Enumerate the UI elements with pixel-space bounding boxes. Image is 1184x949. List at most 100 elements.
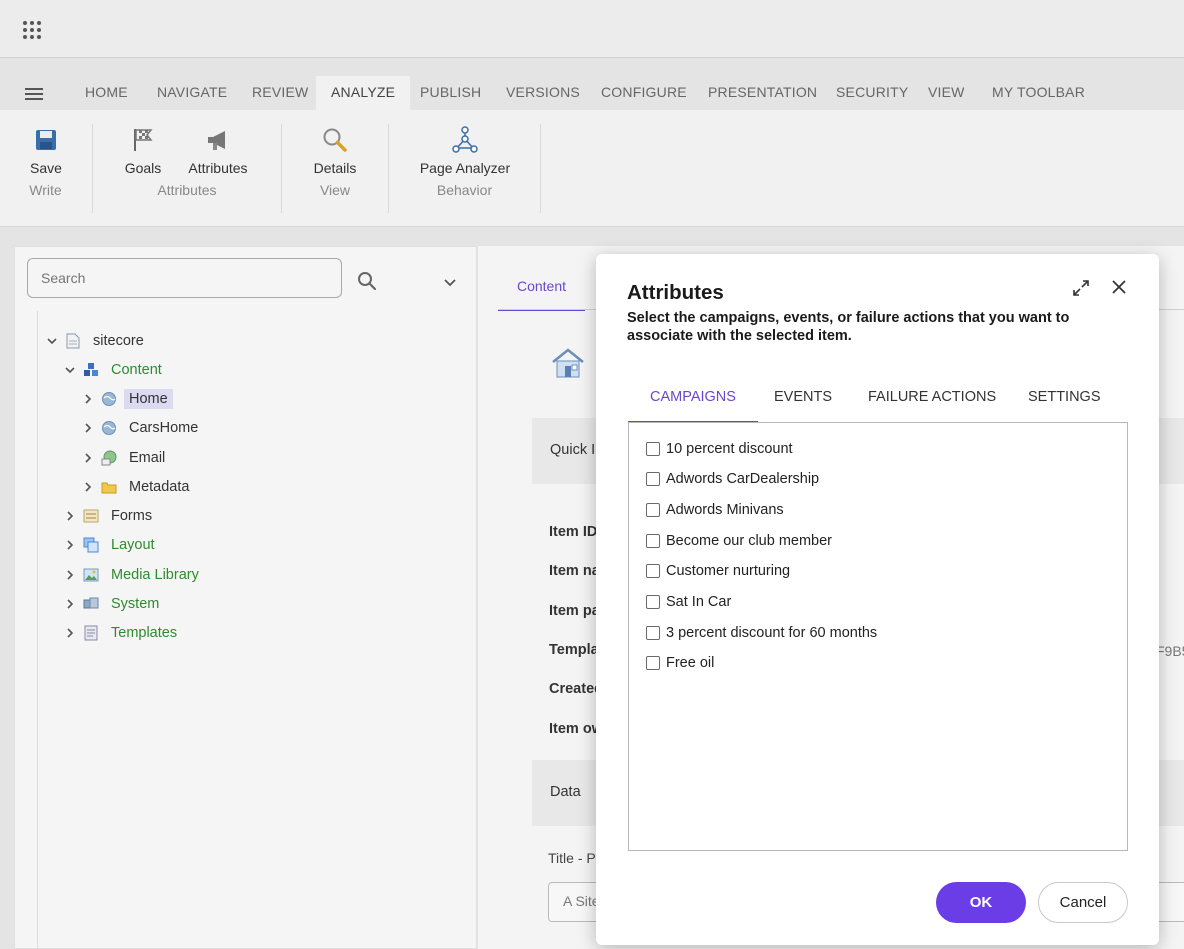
chevron-right-icon[interactable] [63,628,77,638]
checkbox[interactable] [646,656,660,670]
hamburger-icon[interactable] [25,88,43,100]
attributes-button[interactable]: Attributes [183,124,253,176]
ok-button[interactable]: OK [936,882,1026,923]
page-analyzer-button[interactable]: Page Analyzer [409,124,521,176]
chevron-right-icon[interactable] [81,394,95,404]
campaign-label: Customer nurturing [666,563,791,579]
campaign-option[interactable]: Adwords CarDealership [646,469,819,489]
field-template: Templa [549,642,599,658]
campaign-label: Become our club member [666,533,833,549]
campaign-label: 10 percent discount [666,441,793,457]
checkbox[interactable] [646,626,660,640]
campaign-option[interactable]: 3 percent discount for 60 months [646,623,877,643]
tab-view[interactable]: VIEW [913,76,980,110]
checkbox[interactable] [646,534,660,548]
search-input[interactable] [27,258,342,298]
tab-versions[interactable]: VERSIONS [491,76,595,110]
goals-label: Goals [124,160,162,176]
details-button[interactable]: Details [302,124,368,176]
tree-item-content[interactable]: Content [63,358,167,382]
tab-configure[interactable]: CONFIGURE [586,76,702,110]
chevron-right-icon[interactable] [81,453,95,463]
system-icon [83,596,99,612]
checkbox[interactable] [646,595,660,609]
tree-item-label: System [111,596,160,612]
tab-analyze[interactable]: ANALYZE [316,76,411,110]
chevron-right-icon[interactable] [63,570,77,580]
chevron-down-icon[interactable] [45,337,59,345]
tab-events[interactable]: EVENTS [752,376,854,423]
tree-item-metadata[interactable]: Metadata [81,475,194,499]
tab-security[interactable]: SECURITY [821,76,923,110]
campaign-list: 10 percent discount Adwords CarDealershi… [628,422,1128,851]
tree-item-email[interactable]: Email [81,446,170,470]
globe-icon [101,420,117,436]
search-icon[interactable] [357,271,377,294]
dialog-tabs: CAMPAIGNS EVENTS FAILURE ACTIONS SETTING… [628,376,1127,423]
tab-settings[interactable]: SETTINGS [1006,376,1123,423]
folder-icon [101,479,117,495]
tab-content[interactable]: Content [498,268,585,311]
chevron-right-icon[interactable] [63,540,77,550]
campaign-option[interactable]: Become our club member [646,531,832,551]
tab-my-toolbar[interactable]: MY TOOLBAR [977,76,1100,110]
campaign-option[interactable]: 10 percent discount [646,439,793,459]
templates-icon [83,625,99,641]
close-icon[interactable] [1111,279,1127,298]
campaign-label: Sat In Car [666,594,732,610]
tree-item-label: Home [124,389,173,409]
checkbox[interactable] [646,564,660,578]
tree-item-system[interactable]: System [63,592,164,616]
campaign-option[interactable]: Free oil [646,653,714,673]
tree-item-media-library[interactable]: Media Library [63,563,204,587]
apps-grid-icon[interactable] [23,21,41,39]
tab-home[interactable]: HOME [70,76,143,110]
group-label-write: Write [29,182,62,198]
tab-review[interactable]: REVIEW [237,76,323,110]
chevron-right-icon[interactable] [63,511,77,521]
tree-item-label: Content [111,362,162,378]
cancel-button[interactable]: Cancel [1038,882,1128,923]
field-item-id: Item ID [549,524,598,540]
tree-item-templates[interactable]: Templates [63,621,182,645]
ribbon-group-attributes: Goals Attributes Attributes [93,124,282,213]
tab-campaigns[interactable]: CAMPAIGNS [628,376,758,423]
goals-button[interactable]: Goals [119,124,167,176]
save-button[interactable]: Save [14,124,78,176]
tree-item-label: sitecore [93,333,144,349]
tree-item-label: Metadata [129,479,190,495]
chevron-down-icon[interactable] [444,274,456,290]
tab-navigate[interactable]: NAVIGATE [142,76,242,110]
ribbon-group-write: Save Write [14,124,93,213]
chevron-right-icon[interactable] [81,482,95,492]
chevron-right-icon[interactable] [63,599,77,609]
campaign-label: Free oil [666,655,715,671]
chevron-down-icon[interactable] [63,366,77,374]
field-item-owner: Item ow [549,721,603,737]
tab-publish[interactable]: PUBLISH [405,76,496,110]
content-tree-panel: sitecore Content Home CarsHome Email Met… [14,246,477,949]
campaign-option[interactable]: Customer nurturing [646,561,790,581]
tree-item-layout[interactable]: Layout [63,533,160,557]
group-label-attributes: Attributes [157,182,217,198]
checkbox[interactable] [646,472,660,486]
checkbox[interactable] [646,442,660,456]
chevron-right-icon[interactable] [81,423,95,433]
attributes-dialog: Attributes Select the campaigns, events,… [596,254,1159,945]
campaign-option[interactable]: Sat In Car [646,592,731,612]
tab-failure-actions[interactable]: FAILURE ACTIONS [846,376,1018,423]
layout-icon [83,537,99,553]
expand-icon[interactable] [1072,279,1090,300]
checkbox[interactable] [646,503,660,517]
magnifier-icon [302,124,368,156]
tree-item-sitecore[interactable]: sitecore [45,329,149,353]
campaign-option[interactable]: Adwords Minivans [646,500,784,520]
tree-item-home[interactable]: Home [81,387,173,411]
tree-item-forms[interactable]: Forms [63,504,157,528]
tree-item-label: Templates [111,625,178,641]
ribbon-body: Save Write Goals Attributes Attributes D… [0,110,1184,227]
email-globe-icon [101,450,117,466]
ribbon-tab-strip: HOME NAVIGATE REVIEW ANALYZE PUBLISH VER… [0,58,1184,110]
tree-item-carshome[interactable]: CarsHome [81,416,203,440]
tab-presentation[interactable]: PRESENTATION [693,76,832,110]
